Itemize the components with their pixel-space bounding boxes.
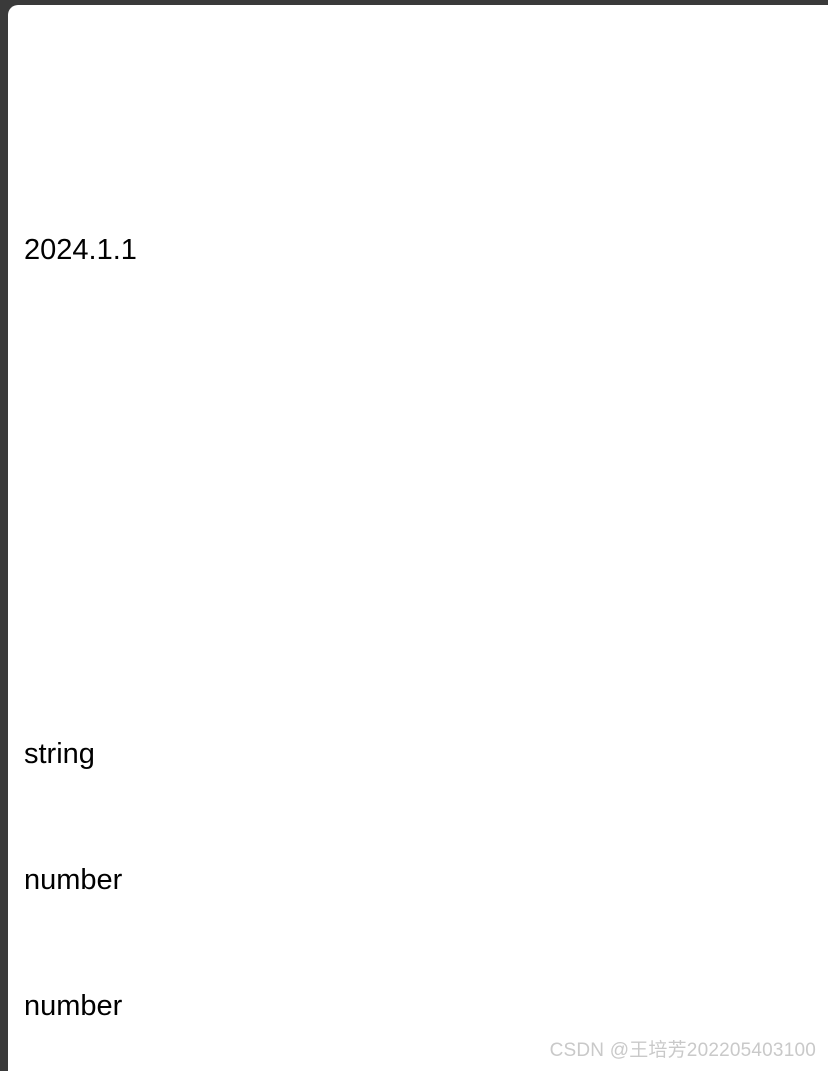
csdn-watermark: CSDN @王培芳202205403100 [549,1040,816,1061]
window-frame: 2024.1.1 string number number boolean ob… [0,0,828,1071]
version-line: 2024.1.1 [24,234,137,266]
typeof-line: number [24,864,123,896]
typeof-results-block: string number number boolean object obje… [24,649,828,1071]
typeof-line: string [24,738,95,770]
gap-after-version [24,481,828,523]
console-output-text: 2024.1.1 string number number boolean ob… [24,19,828,1071]
version-block: 2024.1.1 [24,145,828,355]
typeof-line: number [24,990,123,1022]
console-output-surface: 2024.1.1 string number number boolean ob… [8,5,828,1071]
